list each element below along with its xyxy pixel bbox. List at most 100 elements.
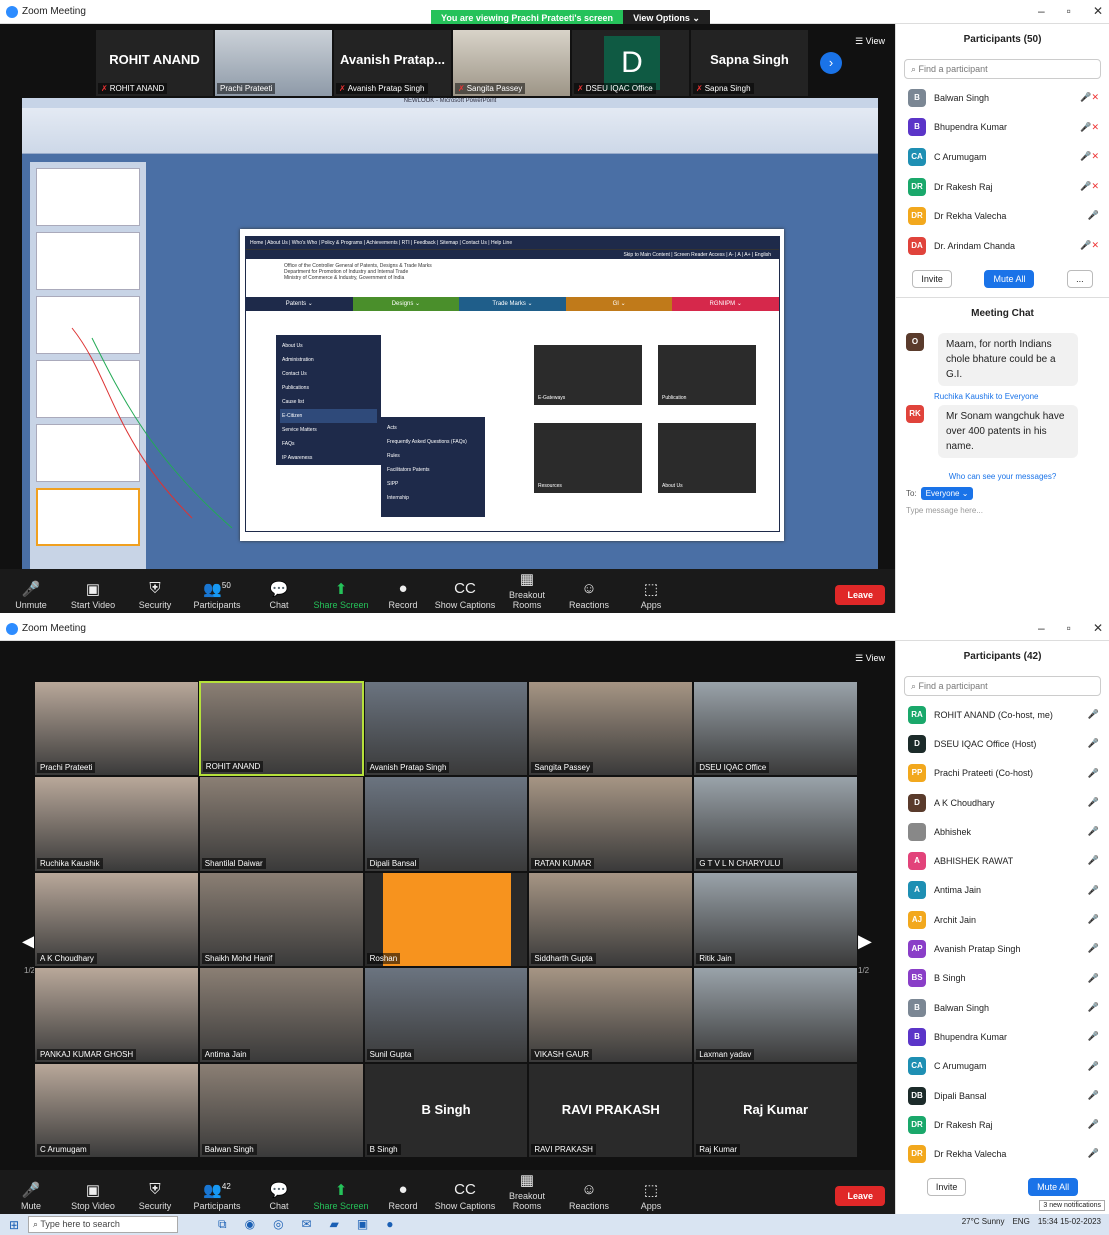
participants-button[interactable]: 👥42 Participants [186,1181,248,1211]
participant-item[interactable]: DR Dr Rekha Valecha 🎤 [896,1139,1109,1168]
participant-item[interactable]: A ABHISHEK RAWAT 🎤 [896,846,1109,875]
chat-button[interactable]: 💬 Chat [248,580,310,610]
video-tile[interactable]: RATAN KUMAR [528,776,694,872]
strip-tile[interactable]: ✗ Sangita Passey [453,30,570,96]
participant-item[interactable]: D A K Choudhary 🎤 [896,788,1109,817]
apps-button[interactable]: ⬚ Apps [620,1181,682,1211]
find-participant-input[interactable]: ⌕ Find a participant [904,676,1101,696]
minimize-icon[interactable]: – [1038,621,1045,635]
video-tile[interactable]: C Arumugam [34,1062,199,1158]
video-tile[interactable]: Raj Kumar Raj Kumar [693,1062,858,1158]
security-button[interactable]: ⛨ Security [124,1181,186,1211]
breakout-rooms-button[interactable]: ▦ Breakout Rooms [496,570,558,610]
participant-item[interactable]: CA C Arumugam 🎤✕ [896,142,1109,172]
mute-all-button[interactable]: Mute All [1028,1177,1079,1196]
reactions-button[interactable]: ☺ Reactions [558,1181,620,1211]
video-tile[interactable]: PANKAJ KUMAR GHOSH [34,967,199,1063]
stop-video-button[interactable]: ▣ Stop Video [62,1181,124,1211]
video-tile[interactable]: Laxman yadav [693,967,858,1063]
strip-tile[interactable]: Prachi Prateeti [215,30,332,96]
mute-button[interactable]: 🎤 Mute [0,1181,62,1211]
participant-item[interactable]: A Antima Jain 🎤 [896,876,1109,905]
reactions-button[interactable]: ☺ Reactions [558,580,620,610]
strip-tile[interactable]: Avanish Pratap... ✗ Avanish Pratap Singh [334,30,451,96]
folder-icon[interactable]: ▰ [330,1217,339,1232]
video-tile[interactable]: ROHIT ANAND [198,681,364,777]
task-view-icon[interactable]: ⧉ [218,1217,227,1232]
participant-item[interactable]: B Bhupendra Kumar 🎤 [896,1022,1109,1051]
video-tile[interactable]: RAVI PRAKASH RAVI PRAKASH [528,1062,694,1158]
record-button[interactable]: ● Record [372,580,434,610]
notification-badge[interactable]: 3 new notifications [1039,1200,1105,1211]
close-icon[interactable]: ✕ [1093,621,1103,635]
maximize-icon[interactable]: ▫ [1067,4,1071,18]
leave-button[interactable]: Leave [835,585,885,605]
record-button[interactable]: ● Record [372,1181,434,1211]
participant-item[interactable]: DR Dr Rekha Valecha 🎤 [896,201,1109,231]
mute-all-button[interactable]: Mute All [984,269,1035,288]
video-tile[interactable]: Avanish Pratap Singh [363,681,529,777]
clock[interactable]: 15:34 15-02-2023 [1038,1217,1101,1226]
share-screen-button[interactable]: ⬆ Share Screen [310,1181,372,1211]
invite-button[interactable]: Invite [912,269,952,288]
chat-button[interactable]: 💬 Chat [248,1181,310,1211]
video-tile[interactable]: Dipali Bansal [363,776,529,872]
video-tile[interactable]: DSEU IQAC Office [693,681,858,777]
participant-item[interactable]: B Balwan Singh 🎤 [896,993,1109,1022]
video-tile[interactable]: Shaikh Mohd Hanif [198,871,364,968]
powerpoint-icon[interactable]: ▣ [357,1217,368,1232]
chrome-icon[interactable]: ◎ [273,1217,283,1232]
taskbar-search-input[interactable]: ⌕ Type here to search [28,1216,178,1233]
video-tile[interactable]: G T V L N CHARYULU [693,776,858,872]
mail-icon[interactable]: ✉ [302,1217,312,1232]
find-participant-input[interactable]: ⌕ Find a participant [904,59,1101,79]
maximize-icon[interactable]: ▫ [1067,621,1071,635]
participant-item[interactable]: AJ Archit Jain 🎤 [896,905,1109,934]
participant-item[interactable]: DA Dr. Arindam Chanda 🎤✕ [896,231,1109,261]
edge-icon[interactable]: ◉ [245,1217,255,1232]
language-indicator[interactable]: ENG [1012,1217,1029,1226]
strip-tile[interactable]: ROHIT ANAND ✗ ROHIT ANAND [96,30,213,96]
who-can-see-link[interactable]: Who can see your messages? [896,472,1109,481]
participants-button[interactable]: 👥50 Participants [186,580,248,610]
strip-tile[interactable]: Sapna Singh ✗ Sapna Singh [691,30,808,96]
captions-button[interactable]: CC Show Captions [434,1181,496,1211]
video-tile[interactable]: Siddharth Gupta [528,871,694,968]
participant-item[interactable]: PP Prachi Prateeti (Co-host) 🎤 [896,759,1109,788]
zoom-icon[interactable]: ● [386,1217,393,1232]
weather-widget[interactable]: 27°C Sunny [962,1217,1005,1226]
video-tile[interactable]: Ritik Jain [693,871,858,968]
view-button[interactable]: ☰ View [855,36,885,47]
participant-item[interactable]: Abhishek 🎤 [896,817,1109,846]
video-tile[interactable]: Sangita Passey [528,681,694,777]
video-tile[interactable]: Sunil Gupta [363,967,529,1063]
video-tile[interactable]: B Singh B Singh [363,1062,529,1158]
chat-input[interactable]: Type message here... [906,506,1099,515]
video-tile[interactable]: Prachi Prateeti [34,681,199,777]
video-tile[interactable]: Balwan Singh [198,1062,364,1158]
leave-button[interactable]: Leave [835,1186,885,1206]
security-button[interactable]: ⛨ Security [124,580,186,610]
video-tile[interactable]: Ruchika Kaushik [34,776,199,872]
video-tile[interactable]: A K Choudhary [34,871,199,968]
participant-item[interactable]: DB Dipali Bansal 🎤 [896,1081,1109,1110]
participant-item[interactable]: CA C Arumugam 🎤 [896,1052,1109,1081]
recipient-dropdown[interactable]: Everyone ⌄ [920,486,974,500]
participant-item[interactable]: DR Dr Rakesh Raj 🎤 [896,1110,1109,1139]
captions-button[interactable]: CC Show Captions [434,580,496,610]
video-tile[interactable]: Roshan [363,871,529,968]
participant-item[interactable]: D DSEU IQAC Office (Host) 🎤 [896,729,1109,758]
breakout-rooms-button[interactable]: ▦ Breakout Rooms [496,1171,558,1211]
video-tile[interactable]: Shantilal Daiwar [198,776,364,872]
start-video-button[interactable]: ▣ Start Video [62,580,124,610]
participant-item[interactable]: BS B Singh 🎤 [896,964,1109,993]
share-screen-button[interactable]: ⬆ Share Screen [310,580,372,610]
participant-item[interactable]: B Balwan Singh 🎤✕ [896,83,1109,113]
video-tile[interactable]: Antima Jain [198,967,364,1063]
apps-button[interactable]: ⬚ Apps [620,580,682,610]
participant-item[interactable]: DR Dr Rakesh Raj 🎤✕ [896,172,1109,202]
strip-tile[interactable]: D ✗ DSEU IQAC Office [572,30,689,96]
windows-start-icon[interactable]: ⊞ [0,1218,28,1232]
next-page-arrow-icon[interactable]: ▶ [858,931,872,952]
more-button[interactable]: ... [1067,269,1093,288]
